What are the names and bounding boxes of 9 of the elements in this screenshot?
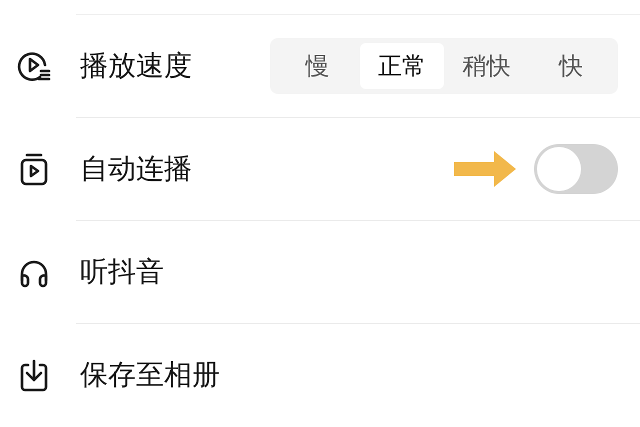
- speed-option[interactable]: 正常: [360, 42, 444, 88]
- setting-label: 播放速度: [80, 48, 193, 84]
- speed-option[interactable]: 快: [528, 42, 613, 88]
- setting-label: 自动连播: [80, 150, 193, 186]
- setting-label: 保存至相册: [80, 356, 221, 392]
- speed-option[interactable]: 慢: [275, 42, 360, 88]
- setting-label: 听抖音: [80, 254, 165, 290]
- speed-option[interactable]: 稍快: [444, 42, 528, 88]
- toggle-switch[interactable]: [534, 144, 618, 194]
